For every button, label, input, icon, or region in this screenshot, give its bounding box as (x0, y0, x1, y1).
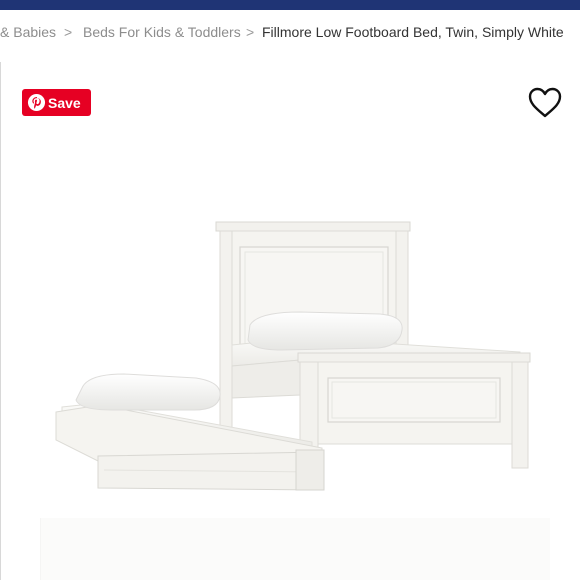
pinterest-save-button[interactable]: Save (22, 89, 91, 116)
breadcrumb-separator: > (64, 24, 73, 40)
breadcrumb-current-product: Fillmore Low Footboard Bed, Twin, Simply… (262, 24, 564, 40)
breadcrumb-link-babies[interactable]: & Babies (0, 21, 56, 43)
page-edge-divider (0, 62, 1, 580)
product-image (39, 200, 550, 580)
site-header-bar (0, 0, 580, 10)
pinterest-icon (27, 93, 46, 112)
save-label: Save (48, 94, 81, 111)
favorite-heart-icon[interactable] (527, 86, 563, 120)
breadcrumb-link-beds[interactable]: Beds For Kids & Toddlers (83, 21, 241, 43)
breadcrumb-separator: > (246, 24, 255, 40)
breadcrumb: & Babies > Beds For Kids & Toddlers > Fi… (0, 21, 580, 43)
